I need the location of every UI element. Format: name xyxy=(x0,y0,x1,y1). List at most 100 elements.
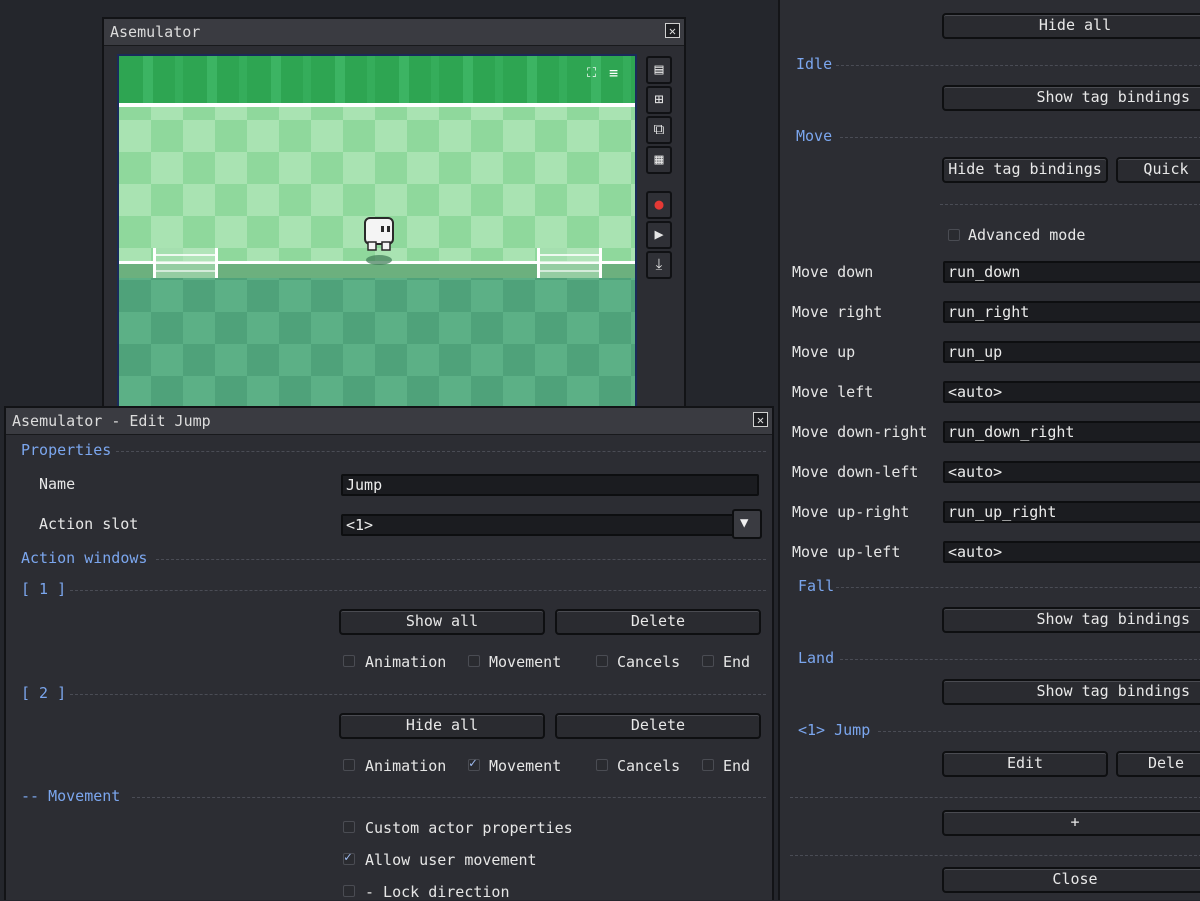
custom-actor-properties-checkbox[interactable] xyxy=(343,821,355,833)
hide-all-button[interactable]: Hide all xyxy=(942,13,1200,39)
emulator-title: Asemulator xyxy=(110,23,201,41)
edit-window-title: Asemulator - Edit Jump xyxy=(12,412,211,430)
advanced-mode-checkbox[interactable] xyxy=(948,229,960,241)
animation-checkbox[interactable] xyxy=(343,759,355,771)
edit-window-titlebar[interactable]: Asemulator - Edit Jump ✕ xyxy=(6,408,772,435)
quick-button[interactable]: Quick xyxy=(1116,157,1200,183)
emulator-window: Asemulator ✕ ⛶ ≡ ▤ ⊞ ⧉ ▦ ● ▶ ⤓ xyxy=(102,17,686,417)
binding-label: Move right xyxy=(792,303,883,321)
sky-band xyxy=(119,56,635,104)
divider xyxy=(836,587,1200,588)
edit-jump-button[interactable]: Edit xyxy=(942,751,1108,777)
divider xyxy=(790,855,1200,856)
settings-panel: Hide all Idle Show tag bindings Move Hid… xyxy=(778,0,1200,900)
binding-field[interactable]: run_up xyxy=(943,341,1200,363)
binding-field[interactable]: run_down_right xyxy=(943,421,1200,443)
section-action-windows: Action windows xyxy=(21,549,148,567)
menu-icon[interactable]: ≡ xyxy=(609,64,618,82)
end-checkbox[interactable] xyxy=(702,759,714,771)
divider xyxy=(70,590,766,591)
end-label: End xyxy=(723,757,751,775)
section-move: Move xyxy=(796,127,833,145)
name-label: Name xyxy=(39,475,76,493)
check-icon: ✓ xyxy=(469,756,477,771)
delete-window-1-button[interactable]: Delete xyxy=(555,609,761,635)
divider xyxy=(70,694,766,695)
lock-direction-checkbox[interactable] xyxy=(343,885,355,897)
animation-label: Animation xyxy=(365,757,447,775)
land-show-tag-bindings-button[interactable]: Show tag bindings xyxy=(942,679,1200,705)
chevron-down-icon: ▼ xyxy=(740,515,749,531)
cancels-label: Cancels xyxy=(617,653,681,671)
divider xyxy=(878,731,1200,732)
binding-label: Move down-left xyxy=(792,463,919,481)
film-icon[interactable]: ▦ xyxy=(646,146,672,174)
animation-checkbox[interactable] xyxy=(343,655,355,667)
window-2-header: [ 2 ] xyxy=(21,684,67,702)
download-icon[interactable]: ⤓ xyxy=(646,251,672,279)
emulator-titlebar[interactable]: Asemulator ✕ xyxy=(104,19,684,46)
end-checkbox[interactable] xyxy=(702,655,714,667)
lower-area xyxy=(119,278,635,412)
divider xyxy=(116,451,766,452)
binding-field[interactable]: <auto> xyxy=(943,461,1200,483)
cancels-checkbox[interactable] xyxy=(596,759,608,771)
add-action-button[interactable]: + xyxy=(942,810,1200,836)
binding-field[interactable]: <auto> xyxy=(943,381,1200,403)
actor-icon[interactable]: ⧉ xyxy=(646,116,672,144)
divider xyxy=(836,65,1200,66)
lock-direction-label: - Lock direction xyxy=(365,883,510,901)
fall-show-tag-bindings-button[interactable]: Show tag bindings xyxy=(942,607,1200,633)
binding-label: Move up-left xyxy=(792,543,901,561)
notes-icon[interactable]: ▤ xyxy=(646,56,672,84)
action-slot-label: Action slot xyxy=(39,515,139,533)
binding-field[interactable]: <auto> xyxy=(943,541,1200,563)
divider xyxy=(156,559,766,560)
hide-all-button[interactable]: Hide all xyxy=(339,713,545,739)
section-fall: Fall xyxy=(798,577,835,595)
movement-label: Movement xyxy=(489,757,562,775)
allow-user-movement-label: Allow user movement xyxy=(365,851,537,869)
binding-field[interactable]: run_right xyxy=(943,301,1200,323)
player-character xyxy=(364,217,394,265)
delete-jump-button[interactable]: Dele xyxy=(1116,751,1200,777)
add-frame-icon[interactable]: ⊞ xyxy=(646,86,672,114)
cancels-label: Cancels xyxy=(617,757,681,775)
binding-label: Move left xyxy=(792,383,874,401)
check-icon: ✓ xyxy=(344,850,352,865)
show-all-button[interactable]: Show all xyxy=(339,609,545,635)
movement-checkbox[interactable] xyxy=(468,655,480,667)
binding-label: Move down-right xyxy=(792,423,928,441)
record-icon[interactable]: ● xyxy=(646,191,672,219)
animation-label: Animation xyxy=(365,653,447,671)
fullscreen-icon[interactable]: ⛶ xyxy=(587,66,596,81)
close-icon[interactable]: ✕ xyxy=(665,23,680,38)
idle-show-tag-bindings-button[interactable]: Show tag bindings xyxy=(942,85,1200,111)
action-slot-select[interactable]: <1> xyxy=(341,514,735,536)
play-icon[interactable]: ▶ xyxy=(646,221,672,249)
left-platform xyxy=(153,248,218,278)
binding-field[interactable]: run_up_right xyxy=(943,501,1200,523)
close-icon[interactable]: ✕ xyxy=(753,412,768,427)
divider xyxy=(840,659,1200,660)
divider xyxy=(940,204,1200,205)
game-scene xyxy=(119,56,635,412)
section-idle: Idle xyxy=(796,55,833,73)
section-jump: <1> Jump xyxy=(798,721,871,739)
dropdown-button[interactable]: ▼ xyxy=(732,509,762,539)
divider xyxy=(790,797,1200,798)
binding-field[interactable]: run_down xyxy=(943,261,1200,283)
end-label: End xyxy=(723,653,751,671)
delete-window-2-button[interactable]: Delete xyxy=(555,713,761,739)
top-line xyxy=(119,103,635,107)
section-land: Land xyxy=(798,649,835,667)
game-viewport[interactable]: ⛶ ≡ xyxy=(117,54,637,414)
divider xyxy=(132,797,766,798)
cancels-checkbox[interactable] xyxy=(596,655,608,667)
hide-tag-bindings-button[interactable]: Hide tag bindings xyxy=(942,157,1108,183)
right-platform xyxy=(537,248,602,278)
binding-label: Move up xyxy=(792,343,856,361)
movement-label: Movement xyxy=(489,653,562,671)
name-input[interactable]: Jump xyxy=(341,474,759,496)
close-button[interactable]: Close xyxy=(942,867,1200,893)
